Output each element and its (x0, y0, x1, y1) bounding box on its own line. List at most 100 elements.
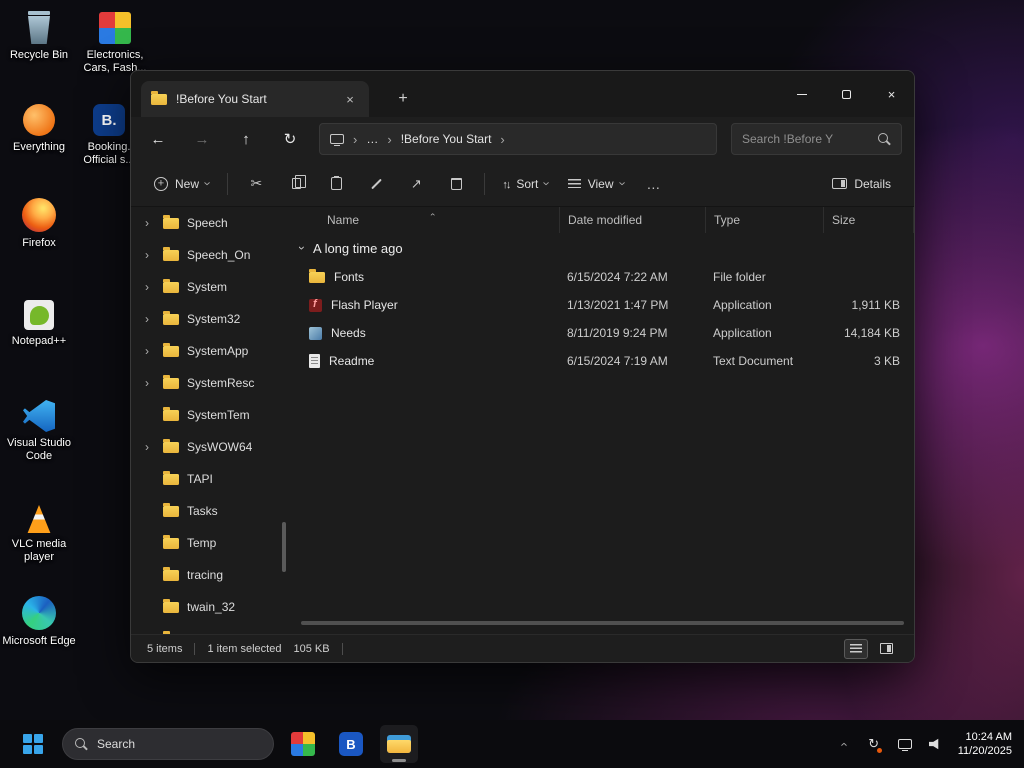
sync-status-button[interactable] (865, 735, 883, 753)
new-button[interactable]: New (145, 170, 219, 198)
forward-button[interactable] (187, 124, 217, 154)
thumbnail-view-icon (880, 643, 893, 654)
share-button[interactable] (396, 167, 436, 201)
expand-chevron-icon[interactable] (145, 217, 155, 229)
trash-icon (451, 178, 462, 190)
taskbar-search[interactable]: Search (62, 728, 274, 760)
expand-chevron-icon[interactable] (145, 377, 155, 389)
maximize-icon (842, 90, 851, 99)
folder-icon (163, 506, 179, 517)
large-icons-view-toggle[interactable] (874, 639, 898, 659)
tree-item-tapi[interactable]: TAPI (131, 463, 291, 495)
expand-chevron-icon[interactable] (145, 313, 155, 325)
minimize-button[interactable] (779, 71, 824, 117)
tab-close-icon[interactable] (341, 90, 359, 108)
desktop-icon-electronics[interactable]: Electronics, Cars, Fash... (78, 8, 152, 75)
desktop-icon-edge[interactable]: Microsoft Edge (2, 594, 76, 648)
tree-item-uus[interactable]: UUS (131, 623, 291, 634)
group-header[interactable]: A long time ago (291, 233, 914, 263)
column-header-type[interactable]: Type (705, 207, 823, 233)
expand-chevron-icon[interactable] (145, 345, 155, 357)
chevron-right-icon (500, 133, 504, 146)
collapse-chevron-icon[interactable] (296, 246, 308, 250)
more-options-button[interactable]: … (634, 167, 674, 201)
tree-item-tasks[interactable]: Tasks (131, 495, 291, 527)
desktop-icon-recycle-bin[interactable]: Recycle Bin (2, 8, 76, 62)
search-box[interactable]: Search !Before Y (731, 123, 902, 155)
file-explorer-window: !Before You Start … !Before You Start (130, 70, 915, 663)
expand-chevron-icon[interactable] (145, 441, 155, 453)
window-controls (779, 71, 914, 117)
minimize-icon (797, 94, 807, 95)
tree-item-speech-on[interactable]: Speech_On (131, 239, 291, 271)
tree-item-tracing[interactable]: tracing (131, 559, 291, 591)
display-network-button[interactable] (896, 735, 914, 753)
taskbar-clock[interactable]: 10:24 AM 11/20/2025 (958, 730, 1012, 758)
start-button[interactable] (14, 725, 52, 763)
sidebar-scrollbar[interactable] (282, 522, 286, 572)
details-view-toggle[interactable] (844, 639, 868, 659)
column-header-size[interactable]: Size (823, 207, 914, 233)
tree-item-speech[interactable]: Speech (131, 207, 291, 239)
volume-button[interactable] (927, 735, 945, 753)
expand-chevron-icon[interactable] (145, 249, 155, 261)
cut-button[interactable] (236, 167, 276, 201)
desktop-icon-firefox[interactable]: Firefox (2, 196, 76, 250)
address-bar[interactable]: … !Before You Start (319, 123, 717, 155)
tree-item-systemapp[interactable]: SystemApp (131, 335, 291, 367)
breadcrumb-overflow[interactable]: … (366, 132, 378, 146)
status-bar: 5 items 1 item selected 105 KB (131, 634, 914, 662)
copy-button[interactable] (276, 167, 316, 201)
details-pane-button[interactable]: Details (823, 170, 900, 198)
paste-button[interactable] (316, 167, 356, 201)
file-row-readme[interactable]: Readme 6/15/2024 7:19 AM Text Document 3… (291, 347, 914, 375)
application-icon (309, 327, 322, 340)
maximize-button[interactable] (824, 71, 869, 117)
close-button[interactable] (869, 71, 914, 117)
back-button[interactable] (143, 124, 173, 154)
chevron-up-icon (836, 742, 849, 746)
edge-icon (22, 596, 56, 630)
new-tab-button[interactable] (391, 87, 415, 111)
delete-button[interactable] (436, 167, 476, 201)
vscode-icon (23, 400, 55, 432)
tree-item-twain32[interactable]: twain_32 (131, 591, 291, 623)
desktop-icon-vlc[interactable]: VLC media player (2, 497, 76, 564)
refresh-button[interactable] (275, 124, 305, 154)
file-row-flash-player[interactable]: Flash Player 1/13/2021 1:47 PM Applicati… (291, 291, 914, 319)
tree-item-temp[interactable]: Temp (131, 527, 291, 559)
taskbar-file-explorer[interactable] (380, 725, 418, 763)
rename-icon (371, 178, 382, 189)
explorer-tab[interactable]: !Before You Start (141, 81, 369, 117)
taskbar-app-colorful[interactable] (284, 725, 322, 763)
view-button[interactable]: View (559, 170, 634, 198)
folder-icon (309, 272, 325, 283)
column-header-date-modified[interactable]: Date modified (559, 207, 705, 233)
file-row-needs[interactable]: Needs 8/11/2019 9:24 PM Application 14,1… (291, 319, 914, 347)
up-button[interactable] (231, 124, 261, 154)
tree-item-syswow64[interactable]: SysWOW64 (131, 431, 291, 463)
tree-item-system32[interactable]: System32 (131, 303, 291, 335)
taskbar-app-booking[interactable]: B (332, 725, 370, 763)
tree-item-systemtem[interactable]: SystemTem (131, 399, 291, 431)
desktop-icon-everything[interactable]: Everything (2, 100, 76, 154)
expand-chevron-icon[interactable] (145, 281, 155, 293)
desktop-icon-notepadpp[interactable]: Notepad++ (2, 294, 76, 348)
column-header-name[interactable]: Name (291, 207, 559, 233)
copy-icon (292, 178, 301, 189)
selection-size: 105 KB (293, 643, 329, 655)
file-row-fonts[interactable]: Fonts 6/15/2024 7:22 AM File folder (291, 263, 914, 291)
sort-button[interactable]: Sort (493, 170, 558, 198)
tree-item-system[interactable]: System (131, 271, 291, 303)
folder-icon (151, 94, 167, 105)
folder-icon (163, 442, 179, 453)
taskbar: Search B 10:24 AM 11/20/2025 (0, 720, 1024, 768)
divider (227, 173, 228, 195)
tray-expand-button[interactable] (834, 735, 852, 753)
rename-button[interactable] (356, 167, 396, 201)
breadcrumb-current[interactable]: !Before You Start (401, 132, 492, 146)
tree-item-systemresc[interactable]: SystemResc (131, 367, 291, 399)
this-pc-icon (330, 134, 344, 144)
desktop-icon-vscode[interactable]: Visual Studio Code (2, 396, 76, 463)
horizontal-scrollbar[interactable] (301, 621, 904, 625)
